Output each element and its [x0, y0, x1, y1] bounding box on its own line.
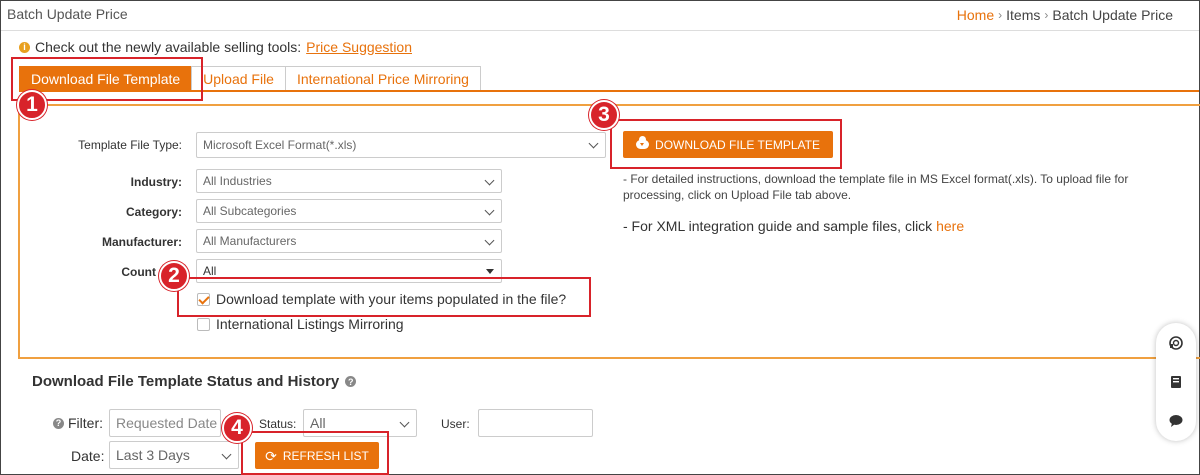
- callout-badge-1: 1: [17, 90, 47, 120]
- chevron-down-icon: [484, 235, 495, 246]
- book-icon[interactable]: [1168, 374, 1184, 390]
- manufacturer-select[interactable]: All Manufacturers: [196, 229, 502, 253]
- callout-box-3: [610, 119, 842, 169]
- callout-badge-3: 3: [589, 100, 619, 130]
- user-input[interactable]: [478, 409, 593, 437]
- template-type-value: Microsoft Excel Format(*.xls): [203, 138, 357, 152]
- page-frame: Batch Update Price Home › Items › Batch …: [0, 0, 1200, 475]
- callout-box-2: [177, 277, 591, 317]
- xml-guide-note: - For XML integration guide and sample f…: [623, 218, 964, 234]
- filter-label-text: Filter:: [68, 415, 103, 431]
- status-value: All: [310, 415, 326, 431]
- chevron-down-icon: [484, 205, 495, 216]
- filter-input[interactable]: Requested Date: [109, 409, 221, 437]
- listings-mirroring-checkbox[interactable]: [197, 317, 210, 331]
- filter-label: ? Filter:: [53, 415, 103, 431]
- info-icon: i: [19, 41, 30, 53]
- callout-box-4: [241, 431, 389, 475]
- notice-text: Check out the newly available selling to…: [35, 39, 302, 55]
- manufacturer-value: All Manufacturers: [203, 234, 297, 248]
- callout-badge-4: 4: [222, 413, 252, 443]
- tab-international-price-mirroring[interactable]: International Price Mirroring: [284, 66, 481, 90]
- chevron-down-icon: [399, 417, 410, 428]
- manufacturer-label: Manufacturer:: [101, 235, 182, 249]
- caret-down-icon: [486, 269, 494, 274]
- listings-mirroring-label: International Listings Mirroring: [216, 316, 404, 332]
- page-title: Batch Update Price: [7, 6, 128, 22]
- history-title: Download File Template Status and Histor…: [32, 373, 340, 390]
- country-label: Count: [121, 265, 156, 279]
- breadcrumb: Home › Items › Batch Update Price: [957, 7, 1173, 23]
- user-label: User:: [441, 417, 470, 431]
- breadcrumb-items[interactable]: Items: [1006, 7, 1040, 23]
- callout-badge-2: 2: [159, 261, 189, 291]
- industry-value: All Industries: [203, 174, 272, 188]
- breadcrumb-current: Batch Update Price: [1052, 7, 1173, 23]
- date-value: Last 3 Days: [116, 447, 190, 463]
- listings-mirroring-option[interactable]: International Listings Mirroring: [197, 316, 404, 332]
- category-select[interactable]: All Subcategories: [196, 199, 502, 223]
- date-label: Date:: [71, 448, 105, 464]
- side-help-widget: [1156, 323, 1196, 441]
- header-divider: [1, 30, 1199, 31]
- selling-tools-notice: i Check out the newly available selling …: [19, 39, 412, 55]
- template-type-select[interactable]: Microsoft Excel Format(*.xls): [196, 132, 606, 158]
- support-icon[interactable]: [1168, 335, 1184, 351]
- history-section-title: Download File Template Status and Histor…: [32, 373, 357, 390]
- breadcrumb-home[interactable]: Home: [957, 7, 994, 23]
- industry-select[interactable]: All Industries: [196, 169, 502, 193]
- chat-icon[interactable]: [1168, 413, 1184, 429]
- help-icon[interactable]: ?: [53, 417, 64, 429]
- chevron-down-icon: [588, 138, 599, 149]
- breadcrumb-separator-icon: ›: [1044, 8, 1049, 22]
- country-value: All: [203, 264, 217, 278]
- xml-guide-text: - For XML integration guide and sample f…: [623, 218, 933, 234]
- help-icon[interactable]: ?: [345, 376, 357, 387]
- chevron-down-icon: [484, 175, 495, 186]
- industry-label: Industry:: [130, 175, 182, 189]
- instructions-note: - For detailed instructions, download th…: [623, 172, 1129, 202]
- price-suggestion-link[interactable]: Price Suggestion: [306, 39, 412, 55]
- xml-guide-link[interactable]: here: [936, 218, 964, 234]
- breadcrumb-separator-icon: ›: [998, 8, 1003, 22]
- status-label: Status:: [259, 417, 297, 431]
- category-value: All Subcategories: [203, 204, 297, 218]
- template-type-label: Template File Type:: [78, 138, 182, 152]
- category-label: Category:: [125, 205, 182, 219]
- tab-upload-file[interactable]: Upload File: [191, 66, 286, 90]
- chevron-down-icon: [221, 449, 232, 460]
- date-select[interactable]: Last 3 Days: [109, 441, 239, 469]
